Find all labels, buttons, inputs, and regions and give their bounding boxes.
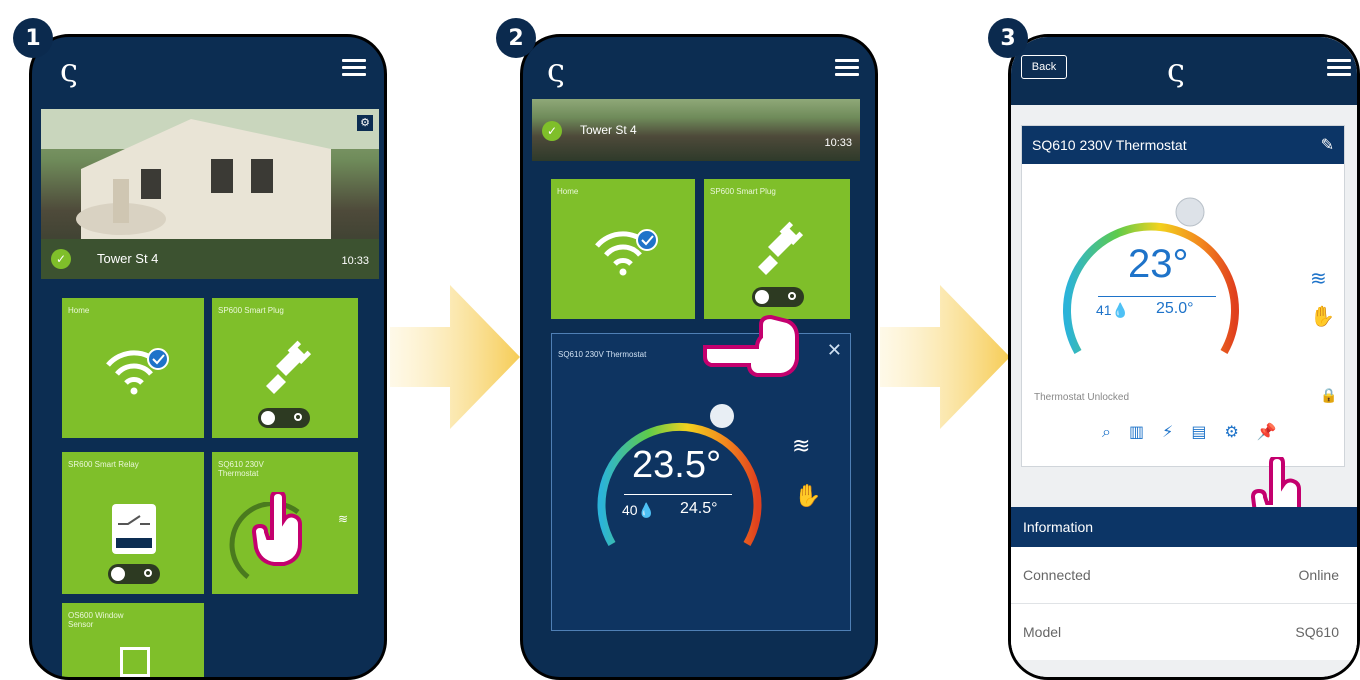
plug-icon <box>758 221 804 275</box>
humidity-drop-icon: 💧 <box>637 502 656 518</box>
tile-smart-plug[interactable]: SP600 Smart Plug <box>212 298 358 438</box>
manual-hand-icon: ✋ <box>794 484 822 509</box>
location-banner[interactable]: ✓ Tower St 4 10:33 <box>532 99 860 161</box>
app-logo: ς <box>60 51 78 89</box>
check-circle-icon: ✓ <box>51 249 71 269</box>
film-icon[interactable]: ▥ <box>1129 422 1144 442</box>
heat-waves-icon: ≋ <box>1310 266 1327 290</box>
plug-toggle-switch[interactable] <box>258 408 310 428</box>
current-temperature: 23° <box>1128 242 1189 286</box>
location-time: 10:33 <box>824 137 852 149</box>
divider <box>624 494 732 495</box>
tile-home[interactable]: Home <box>62 298 204 438</box>
divider <box>1098 296 1216 297</box>
info-row-label: Model <box>1023 624 1062 640</box>
close-icon[interactable]: ✕ <box>827 340 842 361</box>
hamburger-menu-icon[interactable] <box>342 59 366 76</box>
action-icon-bar: ⌕ ▥ ⚡ ▤ ⚙ 📌 <box>1102 422 1277 442</box>
tile-title: Home <box>557 187 579 196</box>
step-badge-2: 2 <box>496 18 536 58</box>
phone-screen-2: ς ✓ Tower St 4 10:33 Home SP600 Smart Pl… <box>520 34 878 680</box>
search-zoom-icon[interactable]: ⌕ <box>1102 422 1111 442</box>
app-logo: ς <box>547 51 565 89</box>
location-name: Tower St 4 <box>97 251 159 266</box>
current-temperature: 23.5° <box>632 444 722 486</box>
schedule-icon[interactable]: ▤ <box>1191 422 1206 442</box>
step-arrow-2 <box>880 285 1010 429</box>
setpoint-temperature: 25.0° <box>1156 300 1194 317</box>
settings-gear-icon[interactable]: ⚙ <box>1224 422 1238 442</box>
wifi-check-icon <box>595 229 658 276</box>
step-badge-3: 3 <box>988 18 1028 58</box>
setpoint-temperature: 24.5° <box>680 500 718 517</box>
plug-icon <box>266 340 312 394</box>
location-name: Tower St 4 <box>580 123 637 137</box>
thermostat-panel-title: SQ610 230V Thermostat <box>558 350 647 359</box>
tile-title: SQ610 230V Thermostat <box>218 460 264 478</box>
app-logo: ς <box>1167 51 1185 89</box>
lock-status-text: Thermostat Unlocked <box>1034 392 1130 403</box>
manual-hand-icon: ✋ <box>1310 304 1335 328</box>
location-time: 10:33 <box>341 255 369 267</box>
location-banner[interactable]: ⚙ ✓ Tower St 4 10:33 <box>41 109 379 279</box>
tile-title: Home <box>68 306 90 315</box>
plug-icon[interactable]: ⚡ <box>1162 422 1173 442</box>
tile-title: SP600 Smart Plug <box>218 306 284 315</box>
relay-icon <box>112 504 156 554</box>
info-row-value: SQ610 <box>1295 624 1339 640</box>
app-topbar: ς <box>523 37 875 99</box>
info-row-value: Online <box>1298 567 1339 583</box>
humidity-group: 41💧 <box>1096 302 1129 319</box>
hamburger-menu-icon[interactable] <box>1327 59 1351 76</box>
tile-title: SR600 Smart Relay <box>68 460 139 469</box>
step-arrow-1 <box>390 285 520 429</box>
settings-gear-icon[interactable]: ⚙ <box>357 115 373 131</box>
humidity-value: 41 <box>1096 302 1112 318</box>
edit-pencil-icon[interactable]: ✎ <box>1321 135 1334 154</box>
tile-window-sensor[interactable]: OS600 Window Sensor <box>62 603 204 677</box>
humidity-group: 40💧 <box>622 502 655 519</box>
info-row-model: Model SQ610 <box>1011 604 1357 660</box>
tile-title: OS600 Window Sensor <box>68 611 124 629</box>
card-title: SQ610 230V Thermostat <box>1032 137 1187 153</box>
info-header: Information <box>1011 507 1357 547</box>
house-photo <box>41 109 379 279</box>
heat-waves-icon: ≋ <box>792 434 811 459</box>
info-row-label: Connected <box>1023 567 1091 583</box>
info-row-connected: Connected Online <box>1011 547 1357 604</box>
humidity-value: 40 <box>622 502 638 518</box>
heat-icon: ≋ <box>337 512 348 526</box>
lock-icon[interactable]: 🔒 <box>1320 388 1337 404</box>
pin-icon[interactable]: 📌 <box>1257 422 1277 442</box>
check-circle-icon: ✓ <box>542 121 562 141</box>
humidity-drop-icon: 💧 <box>1111 302 1130 318</box>
thermostat-card: SQ610 230V Thermostat ✎ 23° 41💧 25.0° ≋ … <box>1021 125 1345 467</box>
tile-home[interactable]: Home <box>551 179 695 319</box>
plug-toggle-switch[interactable] <box>752 287 804 307</box>
tap-hand-icon <box>703 314 799 377</box>
back-button[interactable]: Back <box>1021 55 1067 79</box>
window-icon <box>120 647 150 677</box>
phone-screen-1: ς ⚙ ✓ Tower St 4 10:33 Home SP600 Smart … <box>29 34 387 680</box>
info-header-label: Information <box>1023 519 1094 535</box>
tap-hand-icon <box>251 492 302 566</box>
hamburger-menu-icon[interactable] <box>835 59 859 76</box>
wifi-check-icon <box>106 348 169 395</box>
card-header: SQ610 230V Thermostat ✎ <box>1022 126 1344 164</box>
app-topbar: Back ς <box>1011 37 1357 105</box>
relay-toggle-switch[interactable] <box>108 564 160 584</box>
tile-smart-relay[interactable]: SR600 Smart Relay <box>62 452 204 594</box>
step-badge-1: 1 <box>13 18 53 58</box>
tile-title: SP600 Smart Plug <box>710 187 776 196</box>
tile-smart-plug[interactable]: SP600 Smart Plug <box>704 179 850 319</box>
app-topbar: ς <box>32 37 384 99</box>
phone-screen-3: Back ς SQ610 230V Thermostat ✎ 23° 41💧 2… <box>1008 34 1360 680</box>
